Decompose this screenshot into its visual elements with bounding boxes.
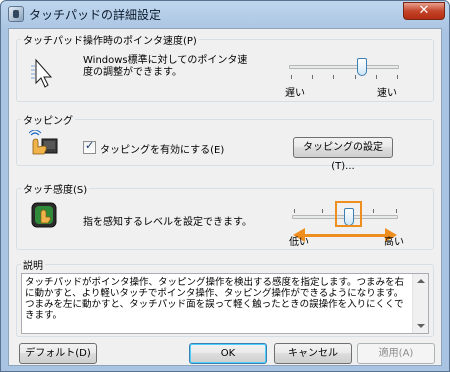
pointer-speed-slider-track[interactable] [289,65,399,69]
explanation-textbox[interactable]: タッチパッドがポインタ操作、タッピング操作を検出する感度を指定します。つまみを右… [21,273,429,334]
close-button[interactable]: ✕ [403,2,445,20]
tapping-settings-button[interactable]: タッピングの設定(T)... [293,137,393,172]
slider-tick [376,75,377,79]
touch-sensitivity-group: タッチ感度(S) 指を感知するレベルを設定できます。 低い 高い [16,181,434,250]
ok-button[interactable]: OK [189,343,267,364]
tapping-hand-icon [29,130,58,155]
explanation-text: タッチパッドがポインタ操作、タッピング操作を検出する感度を指定します。つまみを右… [25,277,405,321]
slider-tick [355,75,356,79]
scroll-down-icon[interactable] [417,324,425,328]
title-bar[interactable]: タッチパッドの詳細設定 ✕ [1,1,449,27]
slider-tick [397,75,398,79]
explanation-group: 説明 タッチパッドがポインタ操作、タッピング操作を検出する感度を指定します。つま… [16,257,434,337]
scroll-up-icon[interactable] [417,279,425,283]
touch-sensitivity-min-label: 低い [289,237,309,248]
slider-tick [291,75,292,79]
pointer-speed-description: Windows標準に対してのポインタ速度の調整ができます。 [83,55,248,78]
touch-sensitivity-description: 指を感知するレベルを設定できます。 [83,217,252,228]
touch-sensitivity-max-label: 高い [384,237,404,248]
slider-highlight-box [335,201,362,227]
explanation-group-label: 説明 [21,257,45,272]
slider-tick [322,209,323,213]
pointer-arrow-icon [31,58,53,88]
explanation-scrollbar[interactable] [412,274,428,333]
pointer-speed-group-label: タッチパッド操作時のポインタ速度(P) [21,32,199,47]
slider-tick [373,209,374,213]
window-title: タッチパッドの詳細設定 [29,8,162,22]
enable-tapping-checkbox[interactable] [83,139,96,154]
default-button[interactable]: デフォルト(D) [19,343,97,364]
dialog-window: タッチパッドの詳細設定 ✕ タッチパッド操作時のポインタ速度(P) Window… [0,0,450,372]
dialog-client-area: タッチパッド操作時のポインタ速度(P) Windows標準に対してのポインタ速度… [8,28,442,366]
touch-sensitivity-icon [31,202,57,228]
tapping-group-label: タッピング [21,112,75,127]
touch-sensitivity-group-label: タッチ感度(S) [21,181,90,196]
slider-direction-arrow [302,234,387,237]
apply-button[interactable]: 適用(A) [357,343,435,364]
cancel-button[interactable]: キャンセル [274,343,352,364]
pointer-speed-max-label: 速い [377,88,397,99]
slider-tick [312,75,313,79]
slider-tick [396,209,397,213]
pointer-speed-group: タッチパッド操作時のポインタ速度(P) Windows標準に対してのポインタ速度… [16,32,434,102]
slider-tick [333,75,334,79]
tapping-group: タッピング タッピングを有効にする(E) タッピングの設定(T)... [16,112,434,172]
slider-tick [294,209,295,213]
enable-tapping-label[interactable]: タッピングを有効にする(E) [100,141,224,156]
pointer-speed-min-label: 遅い [285,88,305,99]
pointer-speed-slider-thumb[interactable] [357,58,367,76]
touchpad-app-icon [8,6,24,22]
